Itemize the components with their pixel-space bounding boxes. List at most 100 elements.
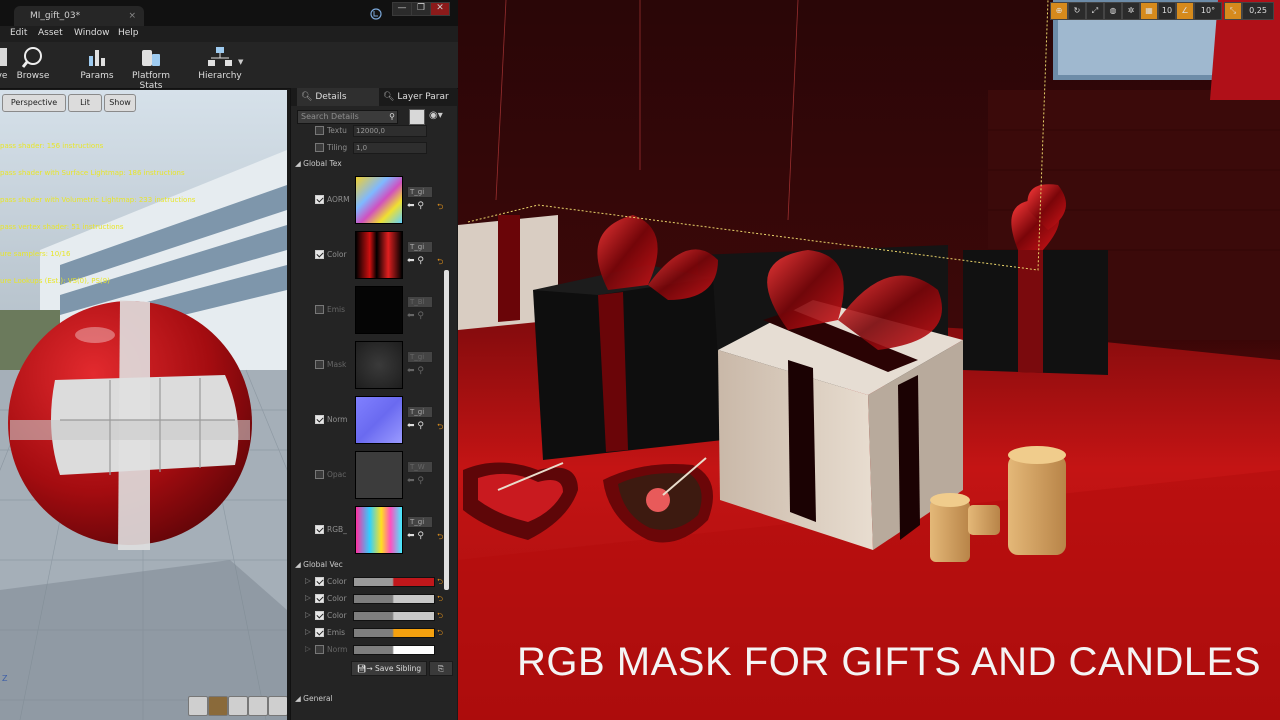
save-button[interactable]: ve: [0, 44, 10, 86]
texture-param-checkbox[interactable]: [315, 470, 324, 479]
texture-asset-dropdown[interactable]: T_gi: [407, 241, 433, 253]
grid-view-button[interactable]: [409, 109, 425, 125]
texture-thumbnail[interactable]: [355, 506, 403, 554]
vector-param-checkbox[interactable]: [315, 611, 324, 620]
texture-thumbnail[interactable]: [355, 341, 403, 389]
texture-asset-dropdown[interactable]: T_gi: [407, 516, 433, 528]
expand-arrow-icon[interactable]: ▷: [305, 644, 311, 653]
visibility-eye-icon[interactable]: ◉▾: [429, 110, 443, 121]
menu-help[interactable]: Help: [118, 28, 139, 38]
expand-arrow-icon[interactable]: ▷: [305, 627, 311, 636]
rotate-mode-button[interactable]: ↻: [1068, 2, 1086, 20]
preview-shape-cylinder-button[interactable]: [188, 696, 208, 716]
scale-snap-button[interactable]: ⤡: [1224, 2, 1242, 20]
menu-edit[interactable]: Edit: [10, 28, 27, 38]
hierarchy-button[interactable]: Hierarchy: [198, 44, 242, 86]
close-window-button[interactable]: ✕: [430, 2, 450, 16]
color-swatch[interactable]: [353, 577, 435, 587]
maximize-button[interactable]: ❐: [411, 2, 431, 16]
reset-icon[interactable]: ⮌: [437, 256, 443, 270]
tab-layer-parameters[interactable]: 🔍︎ Layer Parar: [379, 88, 459, 106]
color-swatch[interactable]: [353, 645, 435, 655]
save-child-button[interactable]: ⎘: [429, 661, 453, 676]
grid-snap-button[interactable]: ▦: [1140, 2, 1158, 20]
save-sibling-button[interactable]: 💾︎→ Save Sibling: [351, 661, 427, 676]
color-swatch[interactable]: [353, 594, 435, 604]
scalar-param-checkbox[interactable]: [315, 126, 324, 135]
surface-snap-button[interactable]: ✲: [1122, 2, 1140, 20]
use-selected-icon[interactable]: ⬅ ⚲: [407, 311, 424, 321]
vector-param-checkbox[interactable]: [315, 645, 324, 654]
scale-snap-value[interactable]: 0,25: [1242, 2, 1274, 20]
reset-icon[interactable]: ⮌: [437, 627, 443, 640]
texture-param-checkbox[interactable]: [315, 250, 324, 259]
grid-size-button[interactable]: 10: [1158, 2, 1176, 20]
color-swatch[interactable]: [353, 611, 435, 621]
world-local-button[interactable]: ◍: [1104, 2, 1122, 20]
platform-stats-button[interactable]: Platform Stats: [122, 44, 180, 91]
scalar-param-checkbox[interactable]: [315, 143, 324, 152]
use-selected-icon[interactable]: ⬅ ⚲: [407, 476, 424, 486]
browse-button[interactable]: Browse: [16, 44, 50, 86]
scalar-param-field[interactable]: 12000,0: [353, 125, 427, 137]
texture-param-checkbox[interactable]: [315, 415, 324, 424]
texture-thumbnail[interactable]: [355, 396, 403, 444]
texture-asset-dropdown[interactable]: T_W: [407, 461, 433, 473]
menu-window[interactable]: Window: [74, 28, 110, 38]
document-tab[interactable]: MI_gift_03* ×: [14, 6, 144, 26]
rotation-snap-value[interactable]: 10°: [1194, 2, 1222, 20]
details-scrollbar[interactable]: [444, 270, 449, 590]
expand-arrow-icon[interactable]: ▷: [305, 610, 311, 619]
texture-thumbnail[interactable]: [355, 176, 403, 224]
texture-asset-dropdown[interactable]: T_gi: [407, 351, 433, 363]
texture-param-checkbox[interactable]: [315, 360, 324, 369]
texture-asset-dropdown[interactable]: T_gi: [407, 406, 433, 418]
global-textures-section[interactable]: ◢ Global Tex: [295, 159, 342, 168]
params-button[interactable]: Params: [80, 44, 114, 86]
preview-shape-cube-button[interactable]: [248, 696, 268, 716]
preview-shape-sphere-button[interactable]: [208, 696, 228, 716]
expand-arrow-icon[interactable]: ▷: [305, 593, 311, 602]
preview-shape-plane-button[interactable]: [228, 696, 248, 716]
reset-icon[interactable]: ⮌: [437, 593, 443, 606]
lit-button[interactable]: Lit: [68, 94, 102, 112]
vector-param-checkbox[interactable]: [315, 628, 324, 637]
search-details-input[interactable]: Search Details ⚲: [297, 110, 398, 124]
select-mode-button[interactable]: ⊕: [1050, 2, 1068, 20]
rotation-snap-button[interactable]: ∠: [1176, 2, 1194, 20]
use-selected-icon[interactable]: ⬅ ⚲: [407, 201, 424, 211]
texture-thumbnail[interactable]: [355, 231, 403, 279]
texture-asset-dropdown[interactable]: T_gi: [407, 186, 433, 198]
color-swatch[interactable]: [353, 628, 435, 638]
use-selected-icon[interactable]: ⬅ ⚲: [407, 531, 424, 541]
close-tab-icon[interactable]: ×: [128, 6, 136, 26]
use-selected-icon[interactable]: ⬅ ⚲: [407, 366, 424, 376]
reset-icon[interactable]: ⮌: [437, 421, 443, 435]
global-vectors-section[interactable]: ◢ Global Vec: [295, 560, 343, 569]
preview-viewport[interactable]: Perspective Lit Show pass shader: 156 in…: [0, 90, 287, 720]
minimize-button[interactable]: —: [392, 2, 412, 16]
use-selected-icon[interactable]: ⬅ ⚲: [407, 421, 424, 431]
texture-param-checkbox[interactable]: [315, 195, 324, 204]
scalar-param-field[interactable]: 1,0: [353, 142, 427, 154]
perspective-button[interactable]: Perspective: [2, 94, 66, 112]
show-button[interactable]: Show: [104, 94, 136, 112]
texture-param-checkbox[interactable]: [315, 305, 324, 314]
general-section[interactable]: ◢ General: [295, 694, 333, 703]
texture-thumbnail[interactable]: [355, 286, 403, 334]
use-selected-icon[interactable]: ⬅ ⚲: [407, 256, 424, 266]
texture-param-checkbox[interactable]: [315, 525, 324, 534]
reset-icon[interactable]: ⮌: [437, 201, 443, 215]
texture-asset-dropdown[interactable]: T_Bl: [407, 296, 433, 308]
scale-mode-button[interactable]: ⤢: [1086, 2, 1104, 20]
preview-shape-mesh-button[interactable]: [268, 696, 287, 716]
hierarchy-dropdown-icon[interactable]: ▼: [238, 58, 243, 66]
texture-thumbnail[interactable]: [355, 451, 403, 499]
reset-icon[interactable]: ⮌: [437, 576, 443, 589]
expand-arrow-icon[interactable]: ▷: [305, 576, 311, 585]
vector-param-checkbox[interactable]: [315, 577, 324, 586]
vector-param-checkbox[interactable]: [315, 594, 324, 603]
reset-icon[interactable]: ⮌: [437, 610, 443, 623]
tab-details[interactable]: 🔍︎ Details: [297, 88, 379, 106]
reset-icon[interactable]: ⮌: [437, 531, 443, 545]
